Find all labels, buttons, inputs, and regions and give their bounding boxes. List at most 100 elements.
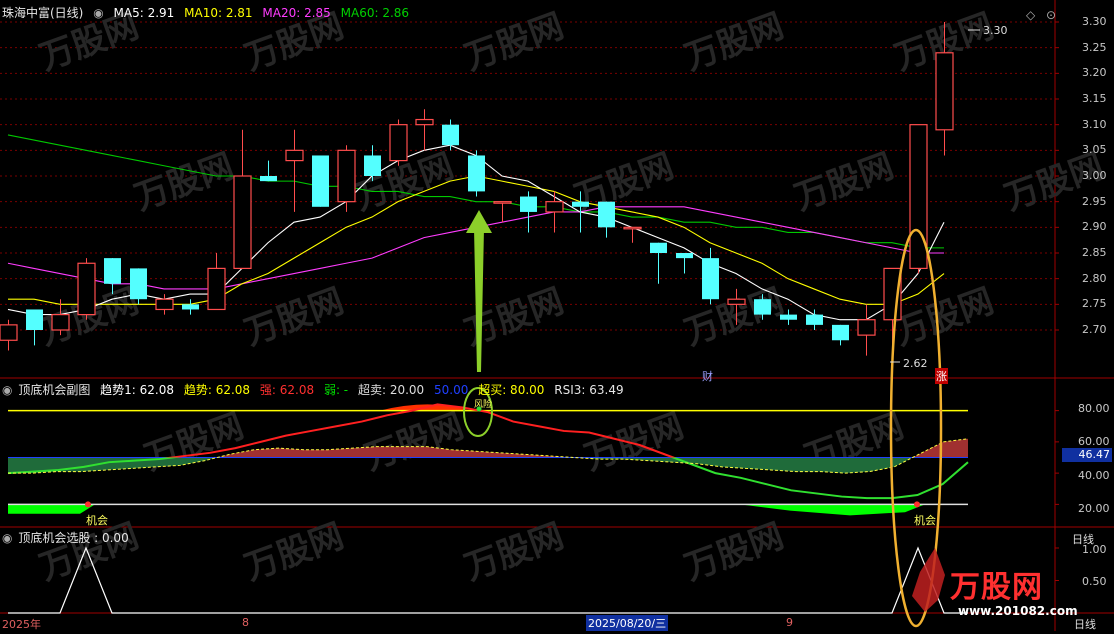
price-tick-label: 2.90	[1082, 220, 1107, 234]
oscillator-layer	[7, 403, 1059, 516]
candle-body	[51, 314, 70, 331]
ma5-label: MA5: 2.91	[113, 6, 175, 20]
limit-up-marker[interactable]: 涨	[935, 368, 948, 384]
price-tick-label: 3.30	[1082, 15, 1107, 28]
main-header: 珠海中富(日线) ◉ MA5: 2.91 MA10: 2.81 MA20: 2.…	[2, 5, 415, 21]
candle-body	[260, 176, 277, 182]
diamond-icon[interactable]: ◇	[1026, 7, 1035, 23]
price-tick-label: 3.00	[1082, 169, 1107, 182]
candle	[909, 124, 928, 274]
price-tick-label: 3.15	[1082, 92, 1107, 105]
candle	[130, 268, 147, 305]
candle-body	[155, 298, 174, 311]
candle	[285, 129, 304, 212]
watermark-text: 万股网	[679, 281, 789, 353]
weak-label: 弱: -	[323, 383, 349, 397]
chance-dot	[914, 501, 920, 508]
osc-axis-40: 40.00	[1078, 469, 1110, 482]
watermark-text: 万股网	[679, 6, 789, 78]
candle-body	[207, 267, 226, 311]
candle-body	[702, 258, 719, 300]
candle	[520, 191, 537, 233]
candle-body	[935, 52, 954, 131]
candle	[857, 304, 876, 356]
date-cursor: 2025/08/20/三	[586, 615, 669, 631]
watermark-text: 万股网	[239, 281, 349, 353]
stock-title[interactable]: 珠海中富(日线)	[2, 6, 83, 20]
candle-body	[233, 175, 252, 270]
candle-body	[754, 299, 771, 315]
candle	[207, 253, 226, 311]
candle-body	[77, 262, 96, 316]
candle-body	[415, 118, 434, 126]
oversold-label: 超卖: 20.00	[357, 383, 425, 397]
osc-title[interactable]: 顶底机会副图	[18, 383, 90, 397]
price-tick-label: 2.95	[1082, 194, 1107, 208]
select-collapse-icon[interactable]: ◉	[2, 531, 12, 545]
candle-body	[104, 258, 121, 284]
watermark-text: 万股网	[579, 406, 689, 478]
candle-body	[312, 155, 329, 207]
chart-canvas[interactable]: 万股网 万股网 万股网 万股网 万股网万股网 万股网 万股网 万股网 万股网万股网 万股网 万股网万…	[0, 0, 1114, 631]
candle	[702, 247, 719, 305]
settings-icon[interactable]: ⊙	[1046, 7, 1056, 23]
candle-body	[182, 304, 199, 310]
chance-dot	[85, 501, 91, 508]
candle-body	[676, 253, 693, 259]
mid-label: 50.00	[434, 383, 469, 397]
candle-body	[806, 314, 823, 325]
candle-body	[520, 196, 537, 212]
candle	[26, 309, 43, 346]
candle	[77, 258, 96, 320]
date-sep: 9	[786, 616, 793, 629]
candle-body	[442, 124, 459, 146]
period-label-top: 日线	[1072, 533, 1094, 546]
ma20-label: MA20: 2.85	[262, 6, 331, 20]
select-header: ◉ 顶底机会选股 : 0.00	[2, 530, 135, 546]
candle-body	[337, 149, 356, 203]
candle-body	[545, 201, 564, 213]
select-title[interactable]: 顶底机会选股 : 0.00	[18, 531, 128, 545]
price-tick-label: 3.20	[1082, 66, 1107, 80]
candle-body	[832, 324, 849, 341]
candle	[415, 109, 434, 151]
trend1-label: 趋势1: 62.08	[100, 383, 175, 397]
price-tick-label: 3.10	[1082, 117, 1107, 131]
osc-header: ◉ 顶底机会副图 趋势1: 62.08 趋势: 62.08 强: 62.08 弱…	[2, 382, 630, 398]
candle	[312, 155, 329, 207]
period-label[interactable]: 日线	[1074, 616, 1096, 632]
watermark-text: 万股网	[569, 146, 679, 218]
candle	[598, 201, 615, 238]
finance-marker[interactable]: 财	[702, 368, 713, 384]
candle-body	[572, 201, 589, 207]
chance-label-right: 机会	[914, 514, 936, 527]
candle-body	[364, 155, 381, 176]
candle	[182, 299, 199, 315]
candle-body	[909, 124, 928, 270]
chart-window: 万股网 万股网 万股网 万股网 万股网 万股网 万股网 万股网 万股网 万股网 万股网 万股网 万股网万…	[0, 0, 1114, 631]
osc-axis-60: 60.00	[1078, 435, 1110, 448]
low-price-label: 2.62	[903, 357, 928, 370]
candle	[493, 201, 512, 223]
price-tick-label: 3.05	[1082, 143, 1107, 157]
ma10-label: MA10: 2.81	[184, 6, 253, 20]
collapse-icon[interactable]: ◉	[93, 6, 103, 20]
candle-body	[493, 201, 512, 204]
overbought-label: 超买: 80.00	[478, 383, 545, 397]
watermark-text: 万股网	[459, 6, 569, 78]
candle	[155, 294, 174, 315]
candle-body	[780, 314, 797, 320]
candle	[260, 160, 277, 182]
strong-label: 强: 62.08	[259, 383, 315, 397]
osc-collapse-icon[interactable]: ◉	[2, 383, 12, 397]
oversold-fill	[8, 504, 925, 516]
watermark-text: 万股网	[359, 406, 469, 478]
price-tick-label: 2.70	[1082, 323, 1107, 336]
watermark-text: 万股网	[789, 146, 899, 218]
trend-label: 趋势: 62.08	[183, 383, 251, 397]
sel-axis-05: 0.50	[1082, 575, 1107, 588]
candle-body	[650, 242, 667, 253]
candle	[337, 145, 356, 212]
candle	[676, 253, 693, 274]
candle-body	[285, 149, 304, 162]
